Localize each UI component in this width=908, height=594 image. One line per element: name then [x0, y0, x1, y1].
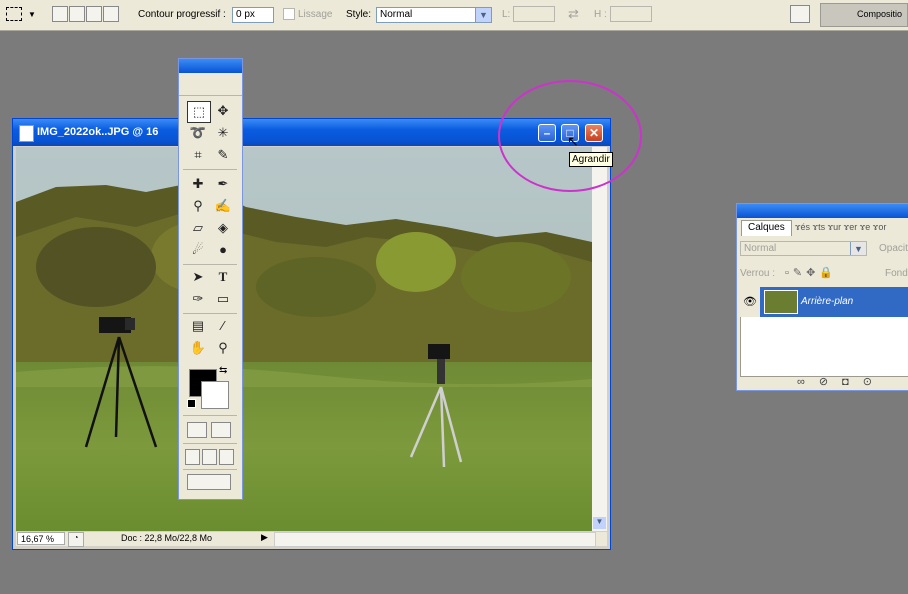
- standard-mode-icon[interactable]: [187, 422, 207, 438]
- fill-label: Fond: [885, 268, 908, 279]
- quick-mask-icon[interactable]: [211, 422, 231, 438]
- chevron-down-icon[interactable]: ▼: [850, 242, 866, 255]
- dodge-tool-icon[interactable]: ●: [212, 240, 234, 260]
- eraser-tool-icon[interactable]: ▱: [187, 218, 209, 238]
- layer-name: Arrière-plan: [801, 296, 854, 307]
- tab-others[interactable]: ɤés ɤts ɤur ɤer ɤe ɤor: [795, 222, 886, 232]
- maximize-tooltip: Agrandir: [569, 152, 613, 167]
- layers-palette: Calques ɤés ɤts ɤur ɤer ɤe ɤor Normal ▼ …: [736, 203, 908, 391]
- blur-tool-icon[interactable]: ☄: [187, 240, 209, 260]
- crop-tool-icon[interactable]: ⌗: [187, 145, 209, 165]
- default-colors-icon[interactable]: [187, 399, 196, 408]
- opacity-label: Opacit: [879, 243, 908, 254]
- zoom-tool-icon[interactable]: ⚲: [212, 338, 234, 358]
- notes-tool-icon[interactable]: ▤: [187, 316, 209, 336]
- type-tool-icon[interactable]: T: [212, 267, 234, 287]
- feather-logo-icon[interactable]: [179, 73, 242, 96]
- hand-tool-icon[interactable]: ✋: [187, 338, 209, 358]
- layers-titlebar[interactable]: [737, 204, 908, 218]
- move-tool-icon[interactable]: ✥: [212, 101, 234, 121]
- eye-icon[interactable]: 👁: [740, 287, 760, 317]
- lock-label: Verrou :: [740, 268, 776, 279]
- history-brush-icon[interactable]: ✍: [212, 196, 234, 216]
- swap-colors-icon[interactable]: ⇆: [219, 365, 227, 376]
- screen-mode-standard-icon[interactable]: [185, 449, 200, 465]
- shape-tool-icon[interactable]: ▭: [212, 289, 234, 309]
- blend-mode-select[interactable]: Normal ▼: [740, 241, 867, 256]
- paint-bucket-icon[interactable]: ◈: [212, 218, 234, 238]
- healing-brush-icon[interactable]: ✚: [187, 174, 209, 194]
- screen-mode-full-icon[interactable]: [219, 449, 234, 465]
- pen-tool-icon[interactable]: ✑: [187, 289, 209, 309]
- layer-row-background[interactable]: 👁 Arrière-plan: [740, 287, 908, 317]
- path-selection-icon[interactable]: ➤: [187, 267, 209, 287]
- background-color-swatch[interactable]: [201, 381, 229, 409]
- layer-thumbnail: [764, 290, 798, 314]
- marquee-tool-icon[interactable]: ⬚: [187, 101, 211, 123]
- screen-mode-full-menu-icon[interactable]: [202, 449, 217, 465]
- layer-footer-icons[interactable]: ∞⊘◘⊙: [797, 375, 886, 388]
- magic-wand-icon[interactable]: ✳: [212, 123, 234, 143]
- lasso-tool-icon[interactable]: ➰: [187, 123, 209, 143]
- eyedropper-icon[interactable]: ⁄: [212, 316, 234, 336]
- stamp-tool-icon[interactable]: ⚲: [187, 196, 209, 216]
- toolbox: ⬚ ✥ ➰ ✳ ⌗ ✎ ✚ ✒ ⚲ ✍ ▱ ◈ ☄ ● ➤ T ✑ ▭ ▤ ⁄ …: [178, 58, 243, 500]
- brush-tool-icon[interactable]: ✒: [212, 174, 234, 194]
- jump-to-imageready-icon[interactable]: [187, 474, 231, 490]
- tab-layers[interactable]: Calques: [741, 220, 792, 236]
- blend-mode-value: Normal: [744, 243, 777, 254]
- toolbox-titlebar[interactable]: [179, 59, 242, 73]
- lock-icons[interactable]: ▫✎✥🔒: [785, 266, 837, 279]
- slice-tool-icon[interactable]: ✎: [212, 145, 234, 165]
- cursor-icon: ↖: [567, 133, 579, 149]
